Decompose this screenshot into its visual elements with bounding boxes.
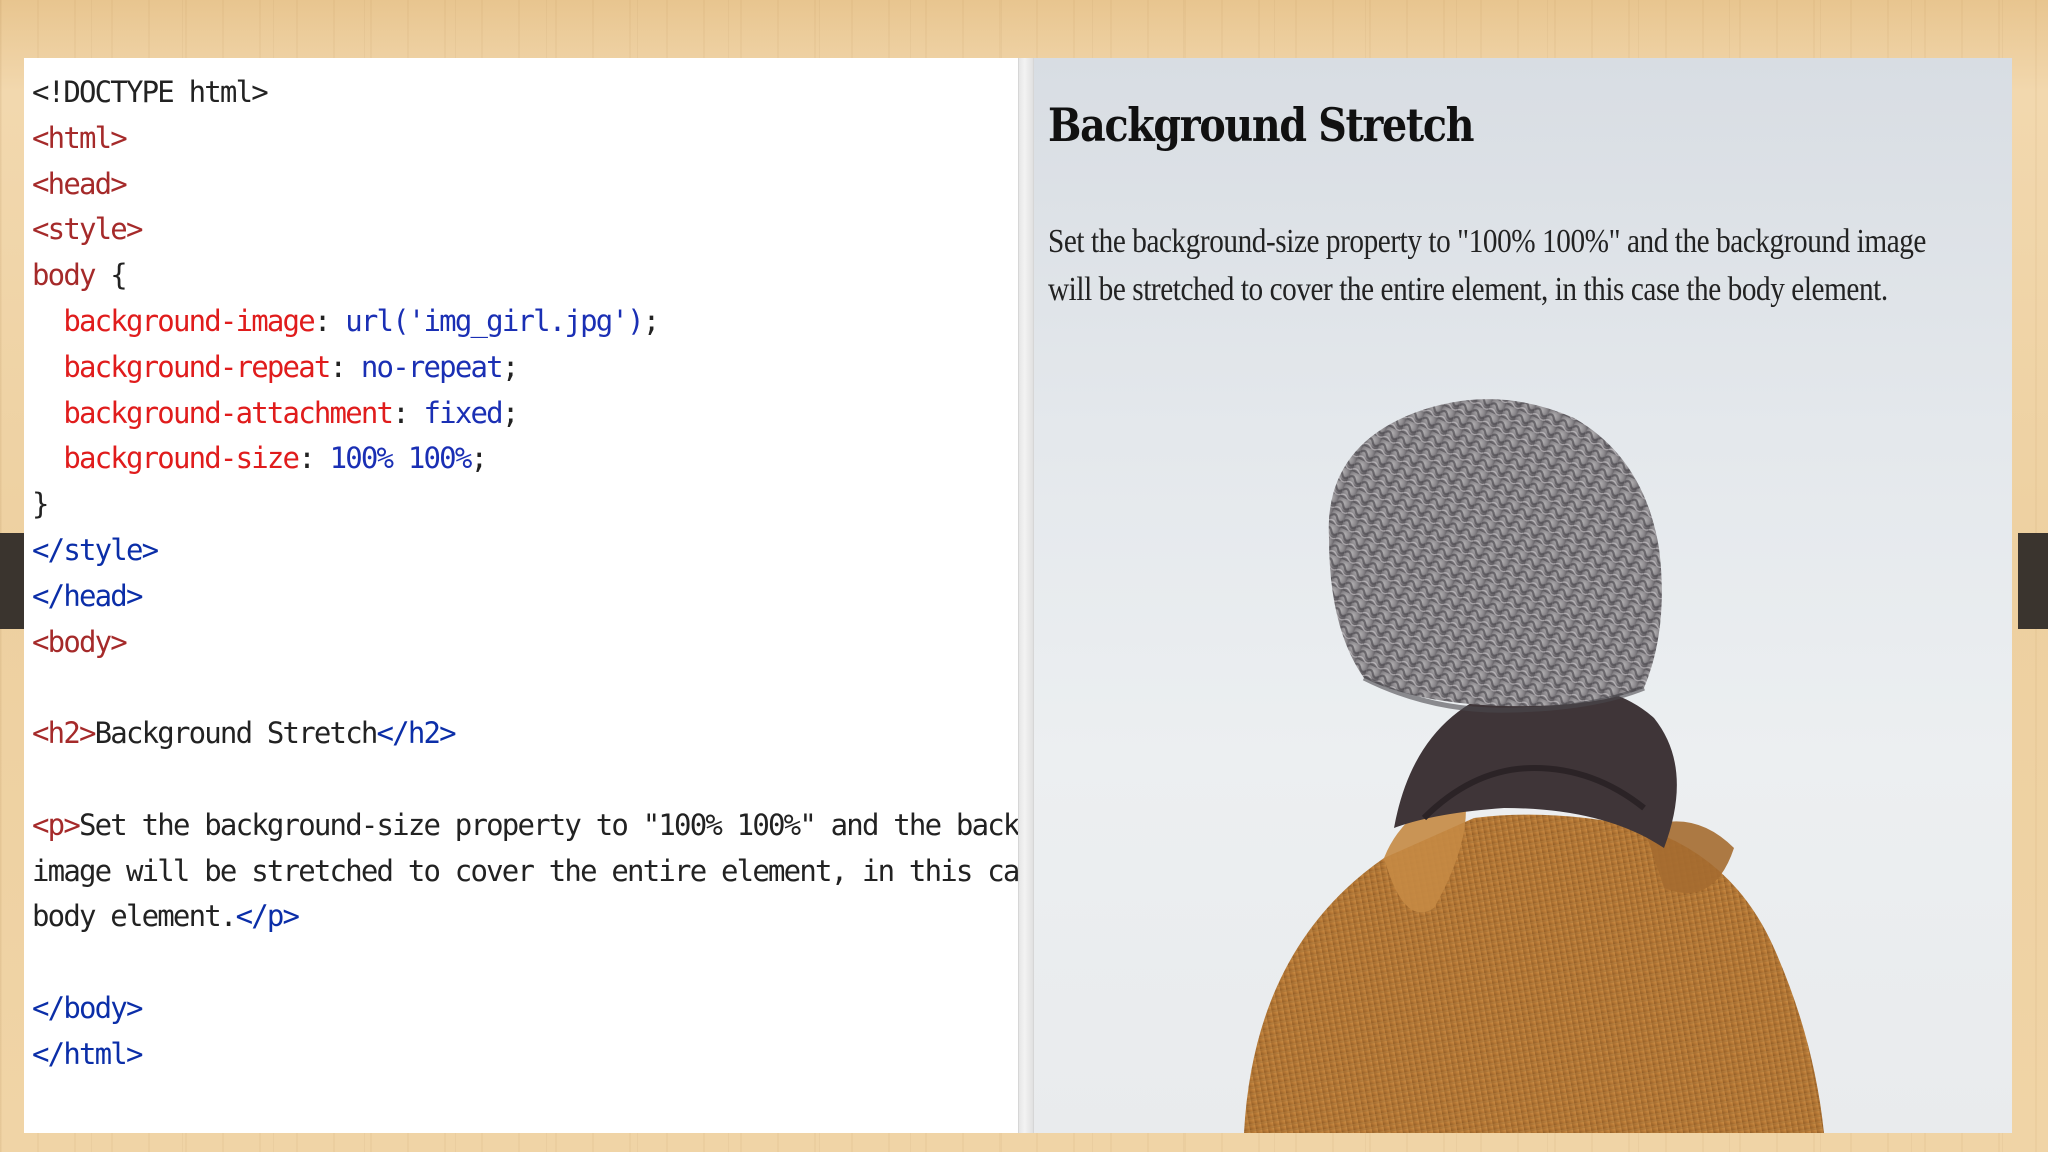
- code-token: </html>: [32, 1036, 143, 1071]
- code-token: body: [32, 258, 96, 293]
- left-edge-bar: [0, 533, 24, 629]
- code-line[interactable]: <h2>Background Stretch</h2>: [24, 711, 1018, 757]
- code-token: <html>: [32, 120, 128, 155]
- code-line[interactable]: body {: [24, 253, 1018, 299]
- code-line[interactable]: <head>: [24, 162, 1018, 208]
- code-line[interactable]: </head>: [24, 574, 1018, 620]
- code-line[interactable]: background-attachment: fixed;: [24, 391, 1018, 437]
- code-token: <body>: [32, 624, 128, 659]
- code-editor-panel[interactable]: <!DOCTYPE html> <html> <head> <style> body {…: [24, 58, 1114, 1133]
- code-token: ;: [470, 441, 488, 476]
- code-line[interactable]: body element.</p>: [24, 894, 1018, 940]
- code-token: Background Stretch: [94, 716, 379, 751]
- code-token: </head>: [32, 578, 143, 613]
- code-line[interactable]: <html>: [24, 116, 1018, 162]
- code-line[interactable]: </html>: [24, 1032, 1018, 1078]
- code-line[interactable]: <p>Set the background-size property to "…: [24, 803, 1114, 849]
- code-token: <!DOCTYPE html>: [32, 75, 269, 109]
- code-token: :: [298, 441, 330, 476]
- code-line[interactable]: background-size: 100% 100%;: [24, 436, 1018, 482]
- code-token: }: [32, 487, 49, 522]
- code-token: Set the background-size property to "100…: [78, 807, 1114, 842]
- code-token: url('img_girl.jpg'): [345, 303, 644, 338]
- code-line[interactable]: }: [24, 482, 1018, 528]
- code-token: </style>: [32, 532, 159, 567]
- code-token: background-image: [63, 303, 315, 338]
- code-token: background-attachment: [63, 395, 394, 430]
- code-token: :: [313, 303, 346, 338]
- code-token: ;: [501, 349, 519, 384]
- code-token: <style>: [32, 212, 143, 247]
- code-line[interactable]: [24, 940, 1018, 986]
- code-token: </h2>: [376, 716, 457, 751]
- code-token: :: [329, 349, 361, 384]
- code-token: :: [392, 395, 424, 430]
- code-line[interactable]: <body>: [24, 620, 1018, 666]
- code-line[interactable]: </body>: [24, 986, 1018, 1032]
- panel-divider[interactable]: [1018, 58, 1034, 1133]
- code-token: <p>: [32, 807, 81, 842]
- preview-paragraph: Set the background-size property to "100…: [1048, 223, 1926, 308]
- code-token: body element.: [32, 899, 237, 934]
- code-token: {: [94, 258, 127, 293]
- result-preview-panel: Background Stretch Set the background-si…: [1034, 58, 2012, 1133]
- code-token: fixed: [423, 395, 504, 430]
- code-line[interactable]: background-repeat: no-repeat;: [24, 345, 1018, 391]
- code-token: background-size: [63, 441, 300, 476]
- code-token: no-repeat: [360, 349, 504, 384]
- code-line[interactable]: <!DOCTYPE html>: [24, 70, 1018, 116]
- code-line[interactable]: image will be stretched to cover the ent…: [24, 849, 1114, 895]
- code-token: 100% 100%: [329, 441, 473, 476]
- code-token: <head>: [32, 166, 128, 201]
- code-token: background-repeat: [63, 349, 331, 384]
- code-line[interactable]: [24, 665, 1018, 711]
- code-token: ;: [501, 395, 519, 430]
- right-edge-bar: [2018, 533, 2048, 629]
- code-line[interactable]: <style>: [24, 207, 1018, 253]
- code-token: </body>: [32, 990, 143, 1025]
- code-line[interactable]: [24, 757, 1018, 803]
- code-line[interactable]: background-image: url('img_girl.jpg');: [24, 299, 1018, 345]
- code-token: </p>: [235, 899, 300, 934]
- code-token: <h2>: [32, 716, 96, 751]
- preview-heading: Background Stretch: [1048, 98, 1474, 152]
- code-line[interactable]: </style>: [24, 528, 1018, 574]
- background-photo-person: [1244, 399, 1824, 1133]
- code-token: image will be stretched to cover the ent…: [32, 853, 1114, 888]
- code-token: ;: [642, 303, 660, 338]
- code-lines: <!DOCTYPE html> <html> <head> <style> body {…: [24, 70, 1114, 1078]
